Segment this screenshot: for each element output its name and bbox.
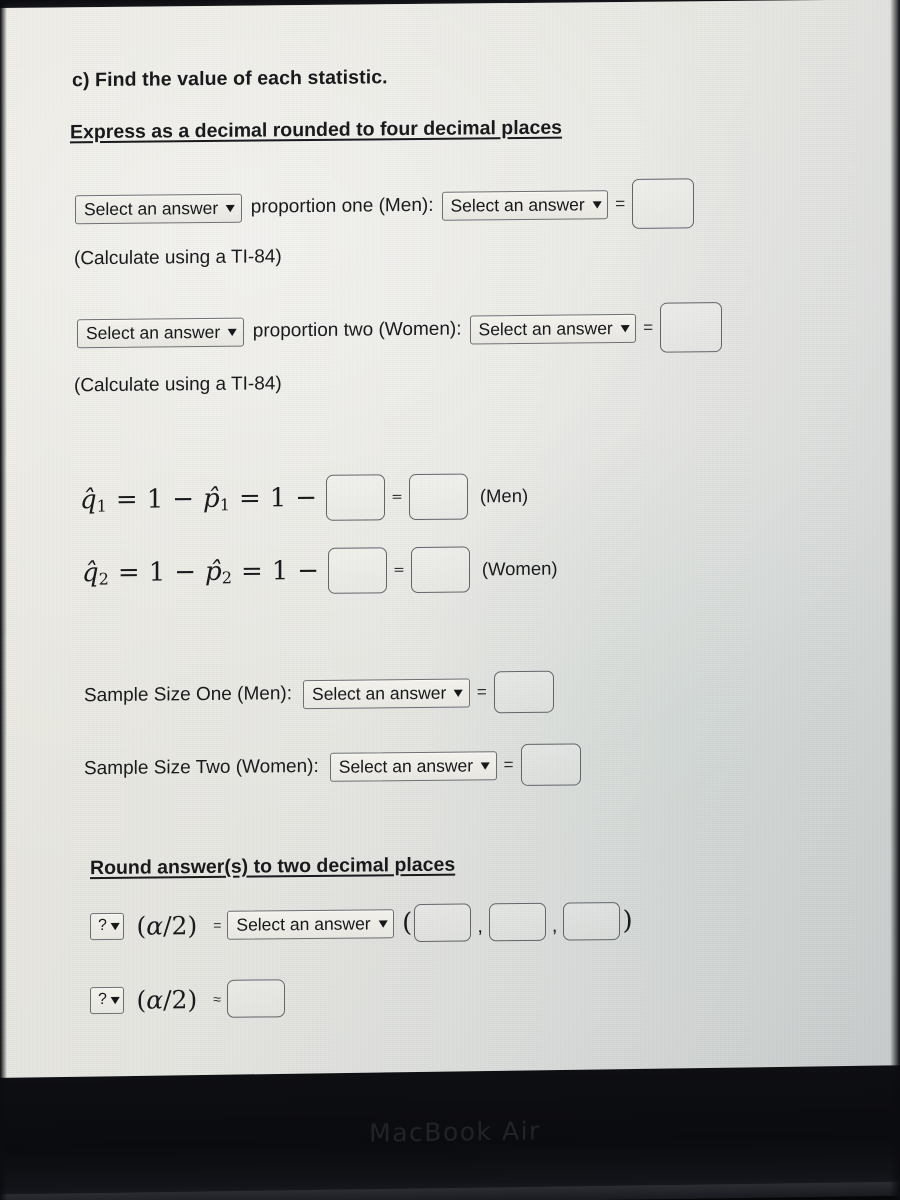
q-hat-two-symbol: q̂2: [82, 557, 109, 589]
q-hat-one-p-input[interactable]: [326, 474, 386, 521]
q-hat-one-minus-a: −: [172, 484, 195, 515]
q-hat-two-group-label: (Women): [481, 557, 558, 580]
sample-size-one-equals: =: [476, 682, 487, 702]
q-hat-two-equals-2: =: [240, 556, 263, 587]
sample-size-two-input[interactable]: [520, 743, 581, 787]
part-c-heading: c) Find the value of each statistic.: [72, 66, 388, 92]
q-hat-two-p-input[interactable]: [328, 547, 388, 594]
q-hat-two-one-a: 1: [148, 557, 166, 588]
alpha-row-one-input-1[interactable]: [414, 903, 472, 943]
tuple-open-paren: (: [402, 908, 413, 939]
proportion-one-note: (Calculate using a TI-84): [74, 246, 282, 270]
homework-page: c) Find the value of each statistic. Exp…: [0, 0, 900, 1080]
alpha-row-two-question-select[interactable]: ? ▾: [90, 986, 125, 1014]
tuple-comma-1: ,: [477, 915, 483, 938]
decimal-instruction: Express as a decimal rounded to four dec…: [70, 116, 563, 144]
q-hat-two-equals-3: =: [393, 562, 405, 579]
proportion-one-prefix-select-label: Select an answer: [84, 197, 219, 219]
q-hat-one-one-a: 1: [146, 484, 164, 515]
q-hat-two-one-b: 1: [271, 556, 289, 587]
chevron-down-icon: ▾: [620, 319, 630, 335]
chevron-down-icon: ▾: [481, 756, 490, 772]
q-hat-two-equals-1: =: [117, 557, 140, 588]
q-hat-two-row: q̂2 = 1 − p̂2 = 1 − = (Women): [82, 546, 558, 597]
q-hat-two-result-input[interactable]: [410, 546, 470, 594]
proportion-two-label: proportion two (Women):: [252, 318, 462, 342]
q-hat-two-minus-a: −: [174, 557, 197, 588]
proportion-two-prefix-select[interactable]: Select an answer ▾: [77, 317, 244, 348]
p-hat-one-symbol: p̂1: [203, 483, 230, 515]
sample-size-one-select-label: Select an answer: [312, 682, 447, 704]
sample-size-one-row: Sample Size One (Men): Select an answer …: [84, 670, 554, 718]
tuple-close-paren: ): [622, 905, 633, 937]
p-hat-two-symbol: p̂2: [205, 556, 232, 588]
alpha-row-one-select-label: Select an answer: [236, 912, 371, 935]
proportion-two-input[interactable]: [660, 302, 723, 353]
proportion-one-value-select[interactable]: Select an answer ▾: [441, 189, 609, 221]
proportion-two-prefix-select-label: Select an answer: [86, 321, 221, 343]
round-instruction: Round answer(s) to two decimal places: [90, 853, 456, 880]
proportion-two-value-select-label: Select an answer: [478, 317, 613, 339]
proportion-one-label: proportion one (Men):: [250, 194, 434, 218]
q-hat-one-symbol: q̂1: [80, 484, 107, 516]
q-hat-one-equals-2: =: [238, 483, 261, 514]
chevron-down-icon: ▾: [111, 917, 120, 933]
alpha-row-one-input-2[interactable]: [488, 902, 546, 942]
sample-size-two-select[interactable]: Select an answer ▾: [329, 750, 497, 782]
alpha-row-two: ? ▾ (α/2) ≈: [90, 979, 285, 1019]
proportion-one-equals: =: [615, 193, 626, 214]
q-hat-one-row: q̂1 = 1 − p̂1 = 1 − = (Men): [80, 473, 528, 523]
proportion-two-value-select[interactable]: Select an answer ▾: [469, 313, 637, 344]
chevron-down-icon: ▾: [592, 195, 602, 211]
alpha-row-one: ? ▾ (α/2) = Select an answer ▾ ( , , ): [90, 902, 635, 945]
proportion-one-value-select-label: Select an answer: [450, 193, 585, 216]
proportion-two-row: Select an answer ▾ proportion two (Women…: [77, 302, 723, 358]
proportion-one-row: Select an answer ▾ proportion one (Men):…: [75, 178, 695, 234]
q-hat-one-one-b: 1: [269, 483, 287, 514]
q-hat-one-result-input[interactable]: [408, 473, 468, 521]
sample-size-two-label: Sample Size Two (Women):: [84, 755, 319, 780]
sample-size-two-select-label: Select an answer: [338, 754, 474, 777]
tuple-comma-2: ,: [551, 914, 558, 937]
screen-bezel-bottom: MacBook Air: [0, 1065, 900, 1200]
macbook-air-engraving: MacBook Air: [369, 1116, 541, 1148]
alpha-row-two-question-label: ?: [98, 990, 107, 1009]
q-hat-one-equals-3: =: [391, 489, 403, 506]
proportion-one-input[interactable]: [632, 178, 695, 229]
proportion-two-note: (Calculate using a TI-84): [74, 373, 282, 397]
q-hat-two-minus-b: −: [297, 555, 320, 587]
alpha-row-two-input[interactable]: [226, 979, 285, 1018]
alpha-over-two-expression-two: (α/2): [136, 984, 198, 1015]
sample-size-two-equals: =: [503, 755, 514, 775]
chevron-down-icon: ▾: [111, 991, 120, 1007]
sample-size-one-input[interactable]: [493, 670, 554, 714]
sample-size-one-label: Sample Size One (Men):: [84, 683, 293, 707]
chevron-down-icon: ▾: [454, 684, 463, 700]
alpha-row-one-input-3[interactable]: [563, 902, 621, 941]
alpha-row-one-select[interactable]: Select an answer ▾: [227, 908, 395, 940]
alpha-row-two-equals: ≈: [213, 990, 221, 1007]
alpha-row-one-question-select[interactable]: ? ▾: [90, 912, 125, 940]
laptop-screen-photo: c) Find the value of each statistic. Exp…: [0, 0, 900, 1200]
q-hat-one-group-label: (Men): [479, 484, 529, 507]
sample-size-two-row: Sample Size Two (Women): Select an answe…: [84, 743, 581, 790]
alpha-row-one-equals: =: [213, 916, 222, 933]
q-hat-one-minus-b: −: [295, 482, 318, 514]
alpha-row-one-question-label: ?: [98, 916, 107, 935]
q-hat-one-equals-1: =: [115, 484, 138, 515]
proportion-one-prefix-select[interactable]: Select an answer ▾: [75, 193, 242, 224]
proportion-two-equals: =: [643, 317, 654, 337]
chevron-down-icon: ▾: [228, 323, 237, 339]
chevron-down-icon: ▾: [378, 914, 387, 930]
sample-size-one-select[interactable]: Select an answer ▾: [303, 677, 470, 709]
alpha-over-two-expression-one: (α/2): [136, 910, 198, 941]
chevron-down-icon: ▾: [226, 199, 235, 215]
